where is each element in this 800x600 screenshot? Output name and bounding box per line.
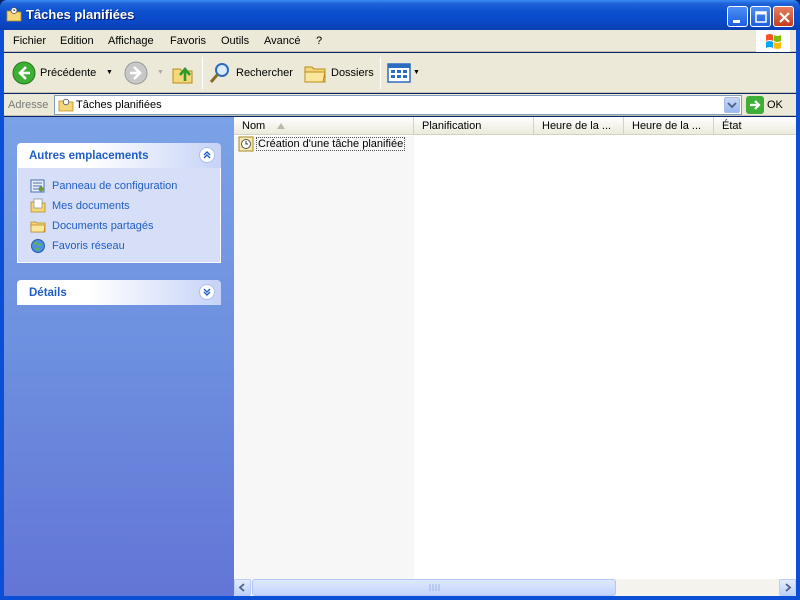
folders-button[interactable]: Dossiers <box>303 59 374 87</box>
search-label: Rechercher <box>236 67 293 79</box>
chevron-left-icon <box>238 583 245 592</box>
menu-edition[interactable]: Edition <box>60 35 94 47</box>
file-list-view[interactable]: Nom Planification Heure de la ... Heure … <box>234 117 796 596</box>
other-places-header[interactable]: Autres emplacements <box>17 143 221 168</box>
details-header[interactable]: Détails <box>17 280 221 305</box>
menu-outils[interactable]: Outils <box>221 35 249 47</box>
chevron-down-icon <box>727 102 737 109</box>
search-icon <box>209 63 229 83</box>
link-control-panel[interactable]: Panneau de configuration <box>18 176 220 196</box>
link-my-documents[interactable]: Mes documents <box>18 196 220 216</box>
task-pane: Autres emplacements Panneau de configura… <box>4 117 234 596</box>
back-arrow-icon <box>12 61 36 85</box>
address-label: Adresse <box>8 99 49 111</box>
maximize-icon <box>755 11 767 23</box>
link-shared-documents[interactable]: Documents partagés <box>18 216 220 236</box>
forward-arrow-icon <box>124 61 148 85</box>
link-label: Mes documents <box>52 200 130 212</box>
column-header-name[interactable]: Nom <box>234 117 414 135</box>
add-scheduled-task-icon <box>238 136 254 152</box>
list-item[interactable]: Création d'une tâche planifiée <box>238 136 406 152</box>
horizontal-scrollbar[interactable] <box>234 579 796 596</box>
column-label: État <box>722 120 742 132</box>
forward-button[interactable] <box>124 59 148 87</box>
up-folder-icon <box>172 66 193 84</box>
minimize-button[interactable] <box>727 6 748 27</box>
go-label: OK <box>767 99 783 111</box>
control-panel-icon <box>30 179 45 193</box>
sorted-column-highlight <box>234 136 414 580</box>
column-headers: Nom Planification Heure de la ... Heure … <box>234 117 796 135</box>
expand-icon[interactable] <box>199 284 215 300</box>
menu-help[interactable]: ? <box>316 35 322 47</box>
up-folder-button[interactable] <box>171 59 195 87</box>
close-icon <box>779 12 790 23</box>
explorer-window: Tâches planifiées Fichier Edition Affich… <box>0 0 800 600</box>
go-button[interactable]: OK <box>746 96 783 114</box>
column-header-last-run[interactable]: Heure de la ... <box>624 117 714 135</box>
other-places-title: Autres emplacements <box>29 150 149 162</box>
collapse-icon[interactable] <box>199 147 215 163</box>
shared-folder-icon <box>30 221 46 233</box>
chevron-right-icon <box>785 583 792 592</box>
views-dropdown-icon[interactable]: ▼ <box>413 69 420 76</box>
standard-toolbar: Précédente ▼ ▼ Rechercher Dossiers ▼ <box>4 53 796 93</box>
back-button[interactable]: Précédente <box>12 59 96 87</box>
other-places-body: Panneau de configuration Mes documents D… <box>17 168 221 263</box>
folders-icon <box>304 66 326 83</box>
go-arrow-icon <box>746 96 764 114</box>
link-label: Documents partagés <box>52 220 154 232</box>
views-icon <box>387 63 411 83</box>
scheduled-tasks-folder-icon <box>6 7 22 23</box>
column-label: Planification <box>422 120 482 132</box>
menu-avance[interactable]: Avancé <box>264 35 301 47</box>
column-label: Heure de la ... <box>632 120 702 132</box>
minimize-icon <box>733 20 740 23</box>
window-border-right <box>796 30 800 600</box>
link-label: Panneau de configuration <box>52 180 178 192</box>
folders-label: Dossiers <box>331 67 374 79</box>
windows-logo-icon <box>756 30 790 52</box>
menu-fichier[interactable]: Fichier <box>13 35 46 47</box>
link-label: Favoris réseau <box>52 240 125 252</box>
toolbar-separator <box>202 57 203 89</box>
maximize-button[interactable] <box>750 6 771 27</box>
forward-dropdown-icon[interactable]: ▼ <box>157 69 164 76</box>
views-button[interactable] <box>387 59 411 87</box>
close-button[interactable] <box>773 6 794 27</box>
column-label: Nom <box>242 120 266 132</box>
list-item-label: Création d'une tâche planifiée <box>256 137 406 151</box>
scroll-right-button[interactable] <box>779 579 796 596</box>
column-header-status[interactable]: État <box>714 117 796 135</box>
scheduled-tasks-folder-icon <box>58 98 74 115</box>
menu-bar: Fichier Edition Affichage Favoris Outils… <box>4 30 796 52</box>
search-button[interactable]: Rechercher <box>208 59 293 87</box>
details-panel: Détails <box>17 280 221 305</box>
address-bar: Adresse Tâches planifiées OK <box>4 94 796 116</box>
column-header-next-run[interactable]: Heure de la ... <box>534 117 624 135</box>
column-label: Heure de la ... <box>542 120 612 132</box>
title-bar[interactable]: Tâches planifiées <box>0 0 800 30</box>
back-label: Précédente <box>40 67 97 79</box>
grip-icon <box>429 584 440 591</box>
back-dropdown-icon[interactable]: ▼ <box>106 69 113 76</box>
scroll-thumb[interactable] <box>252 579 616 596</box>
window-title: Tâches planifiées <box>26 7 135 22</box>
link-network-places[interactable]: Favoris réseau <box>18 236 220 256</box>
menu-favoris[interactable]: Favoris <box>170 35 206 47</box>
address-input[interactable]: Tâches planifiées <box>54 95 742 115</box>
sort-ascending-icon <box>277 123 285 129</box>
other-places-panel: Autres emplacements Panneau de configura… <box>17 143 221 263</box>
address-dropdown-button[interactable] <box>724 97 740 113</box>
toolbar-separator <box>380 57 381 89</box>
menu-affichage[interactable]: Affichage <box>108 35 154 47</box>
network-places-icon <box>31 239 45 253</box>
my-documents-icon <box>30 198 46 213</box>
scroll-left-button[interactable] <box>234 579 251 596</box>
address-value: Tâches planifiées <box>76 99 162 111</box>
column-header-schedule[interactable]: Planification <box>414 117 534 135</box>
details-title: Détails <box>29 287 67 299</box>
